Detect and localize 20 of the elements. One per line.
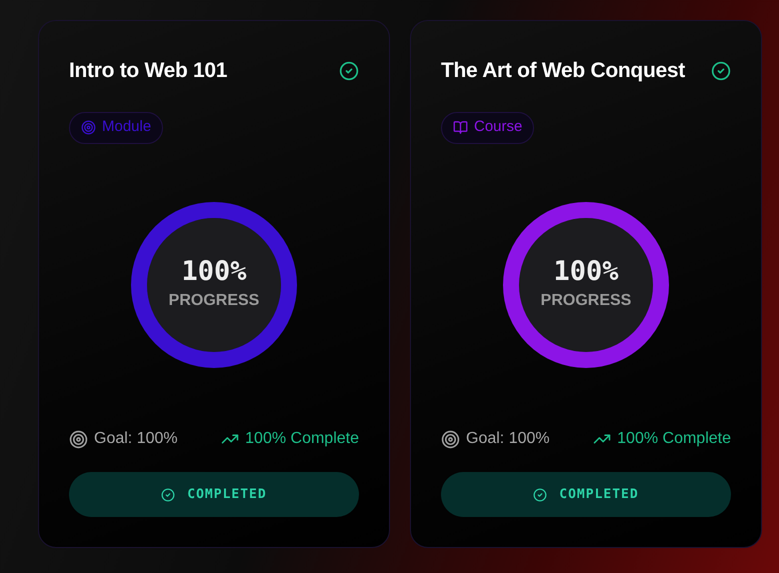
type-badge: Module <box>69 112 164 144</box>
percent-value: 100% <box>553 258 619 285</box>
progress-label: PROGRESS <box>540 290 632 311</box>
target-icon <box>81 120 96 135</box>
card-title: Intro to Web 101 <box>69 58 228 84</box>
card-title: The Art of Web Conquest <box>441 58 685 84</box>
goal-text: Goal: 100% <box>94 429 178 449</box>
percent-value: 100% <box>181 258 247 285</box>
check-circle-icon <box>161 488 176 502</box>
completed-button[interactable]: COMPLETED <box>69 472 359 517</box>
complete-text: 100% Complete <box>617 429 731 449</box>
completed-button[interactable]: COMPLETED <box>441 472 731 517</box>
complete-text: 100% Complete <box>245 429 359 449</box>
target-icon <box>69 430 88 448</box>
goal-text: Goal: 100% <box>466 429 550 449</box>
book-icon <box>453 120 468 135</box>
check-circle-icon <box>533 488 548 502</box>
progress-label: PROGRESS <box>168 290 260 311</box>
type-badge: Course <box>441 112 534 144</box>
target-icon <box>441 430 460 448</box>
